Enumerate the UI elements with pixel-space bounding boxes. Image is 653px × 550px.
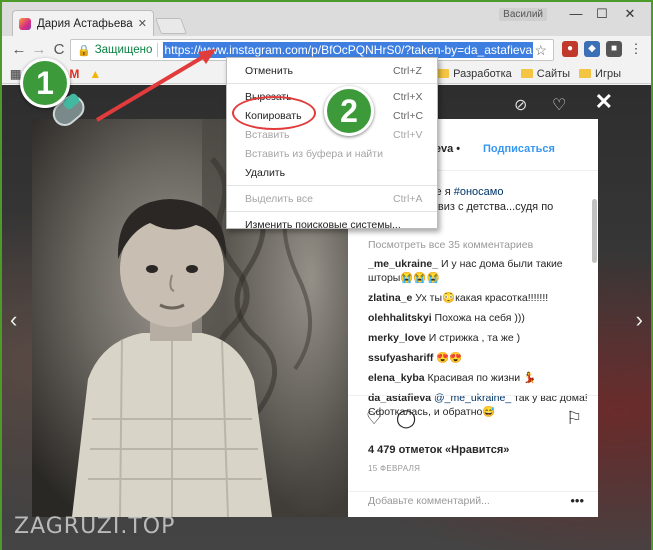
next-post-arrow-icon[interactable]: › (636, 307, 643, 333)
step-1-badge: 1 (20, 58, 70, 108)
comment-item: _me_ukraine_ И у нас дома были такие што… (368, 258, 563, 284)
comment-user[interactable]: merky_love (368, 332, 426, 344)
post-date: 15 ФЕВРАЛЯ (368, 464, 421, 473)
comment-item: zlatina_e Ух ты😳какая красотка!!!!!!! (368, 292, 549, 304)
menu-separator (227, 211, 437, 212)
comments-scrollbar[interactable] (592, 199, 597, 263)
copy-highlight-oval (232, 96, 316, 130)
comment-item: ssufyashariff 😍😍 (368, 352, 463, 364)
add-comment-input[interactable]: Добавьте комментарий... (368, 495, 490, 507)
comment-user[interactable]: zlatina_e (368, 292, 412, 304)
comment-user[interactable]: elena_kyba (368, 372, 425, 384)
comment-user[interactable]: olehhalitskyi (368, 312, 432, 324)
prev-post-arrow-icon[interactable]: ‹ (10, 307, 17, 333)
step-2-badge: 2 (324, 86, 374, 136)
comment-item: elena_kyba Красивая по жизни 💃 (368, 372, 537, 384)
watermark: ZAGRUZI.TOP (14, 514, 176, 539)
add-comment-bar: Добавьте комментарий... ••• (348, 491, 598, 517)
like-heart-icon[interactable]: ♡ (366, 408, 382, 429)
view-all-comments-link[interactable]: Посмотреть все 35 комментариев (368, 239, 590, 251)
comment-user[interactable]: ssufyashariff (368, 352, 433, 364)
comment-item: merky_love И стрижка , та же ) (368, 332, 521, 344)
browser-window: Дария Астафьева (@da_ ✕ Василий — ☐ ✕ ← … (0, 0, 653, 550)
likes-count[interactable]: 4 479 отметок «Нравится» (368, 444, 509, 456)
save-bookmark-icon[interactable]: ⚐ (566, 408, 582, 429)
comment-bubble-icon[interactable]: ◯ (396, 408, 416, 429)
menu-item-search-engines[interactable]: Изменить поисковые системы... (227, 215, 437, 234)
comment-user[interactable]: _me_ukraine_ (368, 258, 438, 270)
more-options-icon[interactable]: ••• (570, 493, 584, 508)
comment-item: olehhalitskyi Похожа на себя ))) (368, 312, 525, 324)
post-actions: ♡ ◯ ⚐ 4 479 отметок «Нравится» 15 ФЕВРАЛ… (348, 395, 598, 491)
